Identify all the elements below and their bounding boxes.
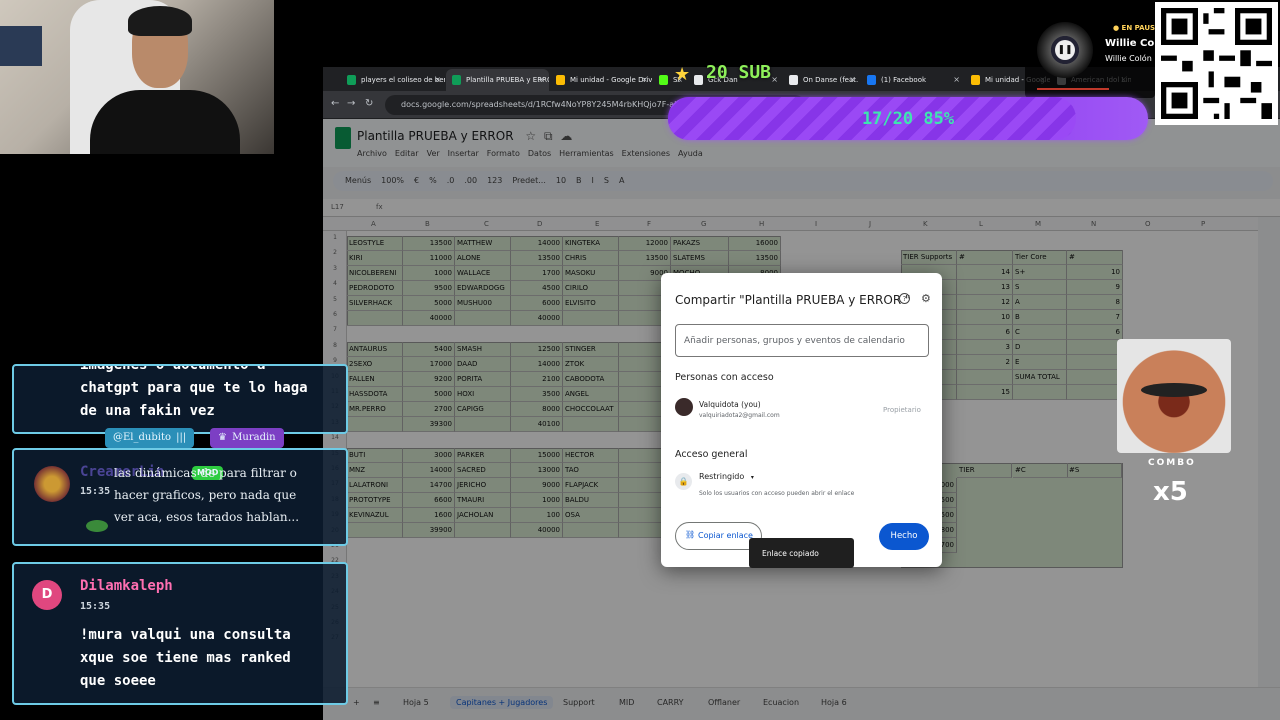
- streamer-hair: [128, 6, 192, 36]
- browser-tab[interactable]: (1) Facebook ×: [861, 69, 964, 91]
- user-badge: @El_dubito |||: [105, 428, 195, 448]
- status-dot-icon: ●: [1113, 24, 1122, 32]
- done-button[interactable]: Hecho: [879, 523, 929, 550]
- chat-timestamp: 15:35: [80, 601, 111, 612]
- tab-favicon-icon: [659, 75, 668, 85]
- crown-icon: ♛: [218, 432, 227, 443]
- chat-line: xque soe tiene mas ranked: [80, 650, 291, 666]
- chat-line: !mura valqui una consulta: [80, 627, 291, 643]
- chat-message-2: CreamerLin MOD 15:35 las dinámicas de pa…: [12, 448, 348, 546]
- close-tab-icon[interactable]: ×: [538, 75, 545, 84]
- sub-goal-label-text: 20 SUB: [706, 62, 772, 83]
- combo-label: COMBO: [1148, 458, 1196, 468]
- access-level-dropdown[interactable]: Restringido ▾: [699, 472, 754, 481]
- chat-line: de una fakin vez: [80, 403, 215, 419]
- streamer-body: [90, 90, 240, 154]
- pepe-emote-icon: [86, 520, 108, 532]
- person-email: valquiriadota2@gmail.com: [699, 412, 780, 419]
- access-level-value[interactable]: Restringido: [699, 472, 744, 481]
- close-tab-icon[interactable]: ×: [953, 75, 960, 84]
- caret-down-icon[interactable]: ▾: [751, 474, 754, 481]
- link-icon: ⛓: [685, 530, 696, 539]
- chat-line: chatgpt para que te lo haga: [80, 380, 308, 396]
- tab-favicon-icon: [789, 75, 798, 85]
- sub-goal-progress-text: 17/20 85%: [861, 109, 955, 129]
- chat-line: las dinámicas de para filtrar o: [114, 466, 297, 480]
- lock-icon: 🔒: [675, 473, 692, 490]
- avatar: [675, 398, 693, 416]
- tab-favicon-icon: [556, 75, 565, 85]
- browser-tab[interactable]: Plantilla PRUEBA y ERROR ×: [446, 69, 549, 91]
- tab-label: players el coliseo de ber: [361, 76, 445, 84]
- close-tab-icon[interactable]: ×: [641, 75, 648, 84]
- tab-favicon-icon: [971, 75, 980, 85]
- song-progress: [1037, 88, 1109, 90]
- chat-message-3: D Dilamkaleph 15:35 !mura valqui una con…: [12, 562, 348, 705]
- forward-icon[interactable]: →: [347, 98, 355, 109]
- avatar: [34, 466, 70, 502]
- back-icon[interactable]: ←: [331, 98, 339, 109]
- badge-username: @El_dubito: [113, 432, 171, 443]
- laughing-meme-image: [1117, 339, 1231, 453]
- user-badge-2: ♛ Muradin: [210, 428, 284, 448]
- avatar: D: [32, 580, 62, 610]
- chat-line: hacer graficos, pero nada que: [114, 488, 297, 502]
- chat-message-1: imágenes o documento a chatgpt para que …: [12, 364, 348, 434]
- qr-code: [1155, 2, 1278, 125]
- tab-favicon-icon: [867, 75, 876, 85]
- person-role: Propietario: [883, 406, 921, 414]
- tab-favicon-icon: [452, 75, 461, 85]
- browser-tab[interactable]: On Danse (feat. Stro×: [783, 69, 860, 91]
- chat-timestamp: 15:35: [80, 486, 111, 497]
- chat-message-text: !mura valqui una consulta xque soe tiene…: [80, 624, 291, 693]
- song-artist: Willie Colón: [1105, 54, 1152, 63]
- share-dialog-title: Compartir "Plantilla PRUEBA y ERROR ": [675, 293, 911, 307]
- sub-goal-label: 20 SUB: [672, 62, 771, 83]
- person-name: Valquidota (you): [699, 400, 761, 409]
- link-copied-toast: Enlace copiado: [749, 538, 854, 568]
- tab-favicon-icon: [347, 75, 356, 85]
- chat-line: ver aca, esos tarados hablan...: [114, 510, 300, 524]
- reload-icon[interactable]: ↻: [365, 98, 373, 109]
- qr-code-graphic: [1161, 8, 1272, 119]
- pause-icon[interactable]: ❚❚: [1055, 40, 1075, 60]
- mustache-shape: [1141, 383, 1207, 397]
- combo-count: x5: [1153, 477, 1188, 507]
- webcam-feed: [0, 0, 274, 154]
- copy-link-label[interactable]: Copiar enlace: [698, 531, 753, 540]
- badge-username-2: Muradin: [232, 432, 276, 443]
- bars-icon: |||: [176, 432, 187, 443]
- help-icon[interactable]: ?: [899, 293, 910, 304]
- general-access-heading: Acceso general: [675, 449, 748, 460]
- song-title: Willie Col: [1105, 38, 1158, 49]
- share-dialog: Compartir "Plantilla PRUEBA y ERROR " ? …: [661, 273, 942, 567]
- chat-message-text: las dinámicas de para filtrar o hacer gr…: [114, 462, 299, 528]
- close-tab-icon[interactable]: ×: [434, 75, 441, 84]
- add-people-input[interactable]: Añadir personas, grupos y eventos de cal…: [675, 324, 929, 357]
- playback-status: ● EN PAUSA: [1113, 24, 1160, 32]
- tab-label: Mi unidad - Google Drive: [570, 76, 652, 84]
- close-tab-icon[interactable]: ×: [771, 75, 778, 84]
- gear-icon[interactable]: ⚙: [921, 292, 931, 305]
- background-monitor: [0, 26, 42, 66]
- close-tab-icon[interactable]: ×: [849, 75, 856, 84]
- browser-tab[interactable]: players el coliseo de ber ×: [341, 69, 445, 91]
- access-description: Solo los usuarios con acceso pueden abri…: [699, 490, 855, 497]
- sub-goal-bar: 17/20 85%: [668, 97, 1148, 140]
- tab-label: (1) Facebook: [881, 76, 927, 84]
- stream-overlay: players el coliseo de ber × Plantilla PRUE…: [0, 0, 1280, 720]
- chat-line: imágenes o documento a: [80, 364, 266, 373]
- tab-label: Plantilla PRUEBA y ERROR: [466, 76, 549, 84]
- chat-message-text: imágenes o documento a chatgpt para que …: [80, 364, 308, 423]
- browser-tab[interactable]: Mi unidad - Google Drive×: [550, 69, 652, 91]
- people-with-access-heading: Personas con acceso: [675, 372, 774, 383]
- music-widget: ❚❚ ● EN PAUSA Willie Col Willie Colón: [1025, 12, 1160, 98]
- chat-username: Dilamkaleph: [80, 578, 173, 594]
- chat-line: que soeee: [80, 673, 156, 689]
